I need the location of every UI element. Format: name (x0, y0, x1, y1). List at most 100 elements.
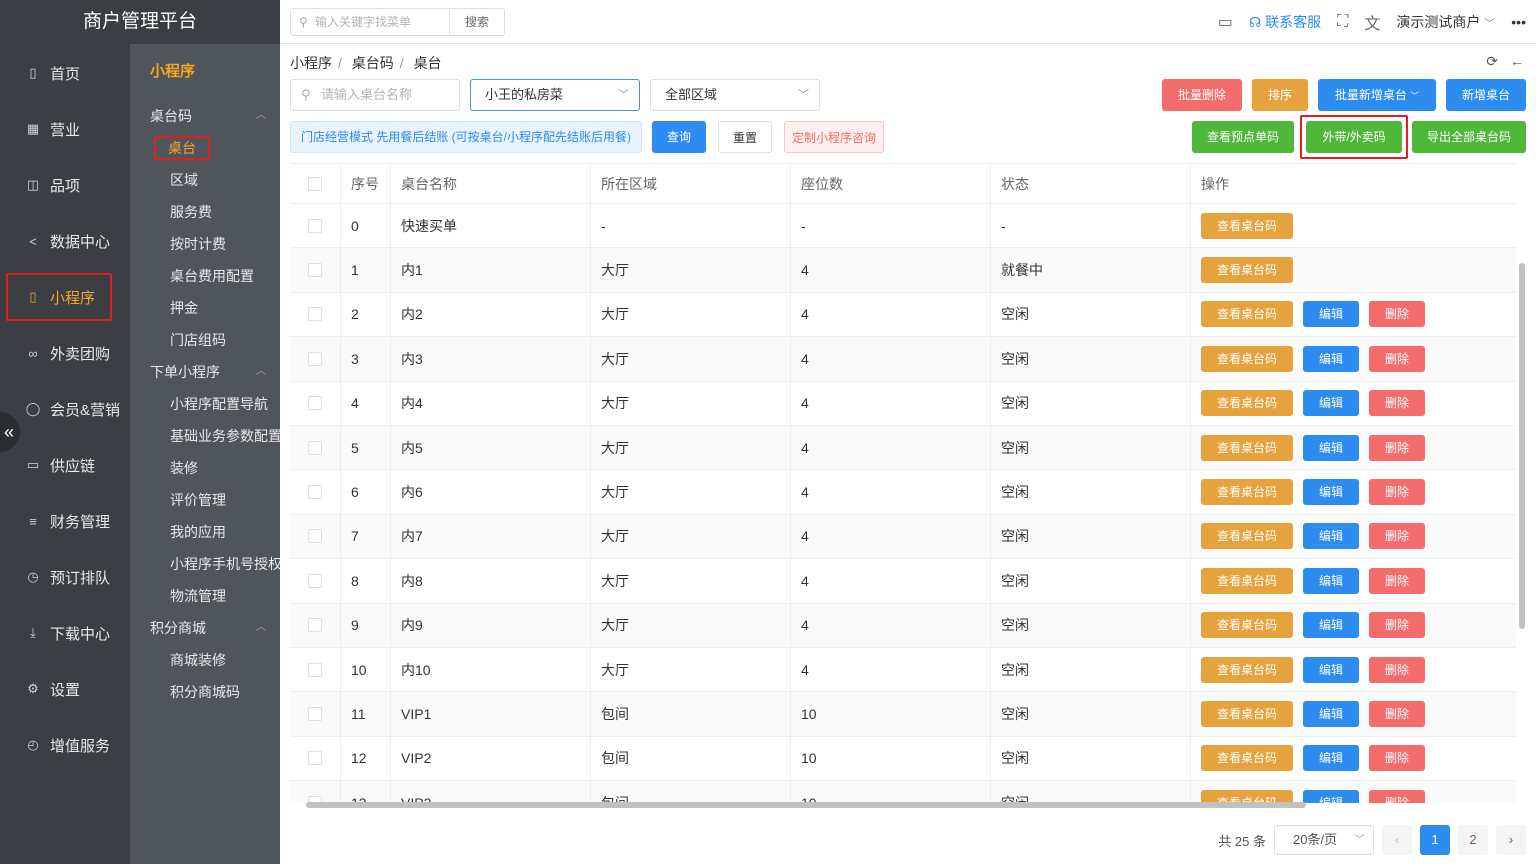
view-table-code-button[interactable]: 查看桌台码 (1201, 390, 1293, 417)
area-select[interactable]: 全部区域 ﹀ (650, 79, 820, 111)
view-table-code-button[interactable]: 查看桌台码 (1201, 212, 1293, 239)
merchant-dropdown[interactable]: 演示测试商户 ﹀ (1396, 12, 1495, 32)
next-page-button[interactable]: › (1496, 825, 1526, 855)
row-checkbox[interactable] (308, 662, 322, 677)
sub-nav-item[interactable]: 按时计费 (130, 228, 280, 260)
takeout-code-button[interactable]: 外带/外卖码 (1300, 115, 1408, 159)
refresh-icon[interactable]: ⟳ (1486, 53, 1498, 70)
row-checkbox[interactable] (308, 751, 322, 766)
nav-item[interactable]: ⚙ 设置 (0, 661, 130, 717)
sub-nav-item[interactable]: 物流管理 (130, 580, 280, 612)
select-all-checkbox[interactable] (308, 176, 322, 191)
view-table-code-button[interactable]: 查看桌台码 (1201, 479, 1293, 506)
consult-button[interactable]: 定制小程序咨询 (784, 121, 884, 153)
reset-button[interactable]: 重置 (718, 121, 772, 153)
translate-icon[interactable]: 文 (1364, 10, 1380, 34)
delete-button[interactable]: 删除 (1369, 479, 1425, 506)
table-name-input[interactable]: ⚲ 请输入桌台名称 (290, 79, 460, 111)
delete-button[interactable]: 删除 (1369, 567, 1425, 594)
view-table-code-button[interactable]: 查看桌台码 (1201, 612, 1293, 639)
edit-button[interactable]: 编辑 (1303, 745, 1359, 772)
row-checkbox[interactable] (308, 263, 322, 278)
page-button[interactable]: 2 (1458, 825, 1488, 855)
nav-item[interactable]: ⤓ 下载中心 (0, 605, 130, 661)
sub-nav-group[interactable]: 下单小程序 ︿ (130, 356, 280, 388)
nav-item[interactable]: ◴ 增值服务 (0, 717, 130, 773)
row-checkbox[interactable] (308, 618, 322, 633)
view-preorder-code-button[interactable]: 查看预点单码 (1192, 121, 1294, 153)
row-checkbox[interactable] (308, 351, 322, 366)
row-checkbox[interactable] (308, 218, 322, 233)
edit-button[interactable]: 编辑 (1303, 656, 1359, 683)
sub-nav-item[interactable]: 门店组码 (130, 324, 280, 356)
prev-page-button[interactable]: ‹ (1382, 825, 1412, 855)
sub-nav-item[interactable]: 小程序手机号授权 (130, 548, 280, 580)
nav-item[interactable]: ∞ 外卖团购 (0, 325, 130, 381)
view-table-code-button[interactable]: 查看桌台码 (1201, 301, 1293, 328)
edit-button[interactable]: 编辑 (1303, 345, 1359, 372)
edit-button[interactable]: 编辑 (1303, 567, 1359, 594)
sub-nav-item[interactable]: 桌台费用配置 (130, 260, 280, 292)
sub-nav-group[interactable]: 积分商城 ︿ (130, 612, 280, 644)
store-select[interactable]: 小王的私房菜 ﹀ (470, 79, 640, 111)
view-table-code-button[interactable]: 查看桌台码 (1201, 434, 1293, 461)
fullscreen-icon[interactable]: ⛶ (1337, 13, 1348, 31)
row-checkbox[interactable] (308, 529, 322, 544)
menu-search-input[interactable]: ⚲ 输入关键字找菜单 (290, 8, 450, 36)
delete-button[interactable]: 删除 (1369, 434, 1425, 461)
page-button[interactable]: 1 (1420, 825, 1450, 855)
sub-nav-item[interactable]: 区域 (130, 164, 280, 196)
query-button[interactable]: 查询 (652, 121, 706, 153)
nav-item[interactable]: ◫ 品项 (0, 157, 130, 213)
view-table-code-button[interactable]: 查看桌台码 (1201, 745, 1293, 772)
sub-nav-item[interactable]: 我的应用 (130, 516, 280, 548)
edit-button[interactable]: 编辑 (1303, 301, 1359, 328)
sub-nav-item[interactable]: 押金 (130, 292, 280, 324)
delete-button[interactable]: 删除 (1369, 523, 1425, 550)
edit-button[interactable]: 编辑 (1303, 479, 1359, 506)
delete-button[interactable]: 删除 (1369, 345, 1425, 372)
breadcrumb-item[interactable]: 桌台码 (352, 55, 394, 71)
delete-button[interactable]: 删除 (1369, 390, 1425, 417)
sub-nav-item[interactable]: 积分商城码 (130, 676, 280, 708)
row-checkbox[interactable] (308, 485, 322, 500)
sub-nav-item[interactable]: 小程序配置导航 (130, 388, 280, 420)
customer-service-link[interactable]: ☊ 联系客服 (1249, 12, 1321, 32)
sub-nav-item[interactable]: 基础业务参数配置 (130, 420, 280, 452)
delete-button[interactable]: 删除 (1369, 301, 1425, 328)
edit-button[interactable]: 编辑 (1303, 390, 1359, 417)
row-checkbox[interactable] (308, 440, 322, 455)
vertical-scrollbar[interactable] (1518, 209, 1526, 833)
breadcrumb-item[interactable]: 小程序 (290, 55, 332, 71)
row-checkbox[interactable] (308, 396, 322, 411)
sub-nav-group[interactable]: 桌台码 ︿ (130, 100, 280, 132)
view-table-code-button[interactable]: 查看桌台码 (1201, 523, 1293, 550)
nav-item[interactable]: < 数据中心 (0, 213, 130, 269)
sort-button[interactable]: 排序 (1252, 79, 1308, 111)
message-icon[interactable]: ▭ (1218, 12, 1233, 32)
edit-button[interactable]: 编辑 (1303, 523, 1359, 550)
more-icon[interactable]: ••• (1511, 14, 1526, 30)
delete-button[interactable]: 删除 (1369, 745, 1425, 772)
menu-search-button[interactable]: 搜索 (449, 8, 505, 36)
view-table-code-button[interactable]: 查看桌台码 (1201, 700, 1293, 727)
back-arrow-icon[interactable]: ← (1510, 53, 1524, 70)
export-all-codes-button[interactable]: 导出全部桌台码 (1412, 121, 1526, 153)
batch-add-button[interactable]: 批量新增桌台 ﹀ (1318, 79, 1436, 111)
delete-button[interactable]: 删除 (1369, 612, 1425, 639)
add-table-button[interactable]: 新增桌台 (1446, 79, 1526, 111)
edit-button[interactable]: 编辑 (1303, 700, 1359, 727)
view-table-code-button[interactable]: 查看桌台码 (1201, 345, 1293, 372)
delete-button[interactable]: 删除 (1369, 700, 1425, 727)
page-size-select[interactable]: 20条/页 ﹀ (1274, 825, 1374, 855)
nav-item[interactable]: ▦ 营业 (0, 101, 130, 157)
view-table-code-button[interactable]: 查看桌台码 (1201, 567, 1293, 594)
horizontal-scrollbar[interactable] (290, 801, 1516, 809)
nav-item[interactable]: ◷ 预订排队 (0, 549, 130, 605)
row-checkbox[interactable] (308, 706, 322, 721)
nav-item[interactable]: ▯ 首页 (0, 45, 130, 101)
edit-button[interactable]: 编辑 (1303, 612, 1359, 639)
nav-item[interactable]: ▭ 供应链 (0, 437, 130, 493)
sub-nav-item[interactable]: 装修 (130, 452, 280, 484)
nav-item[interactable]: ▯ 小程序 (0, 269, 130, 325)
